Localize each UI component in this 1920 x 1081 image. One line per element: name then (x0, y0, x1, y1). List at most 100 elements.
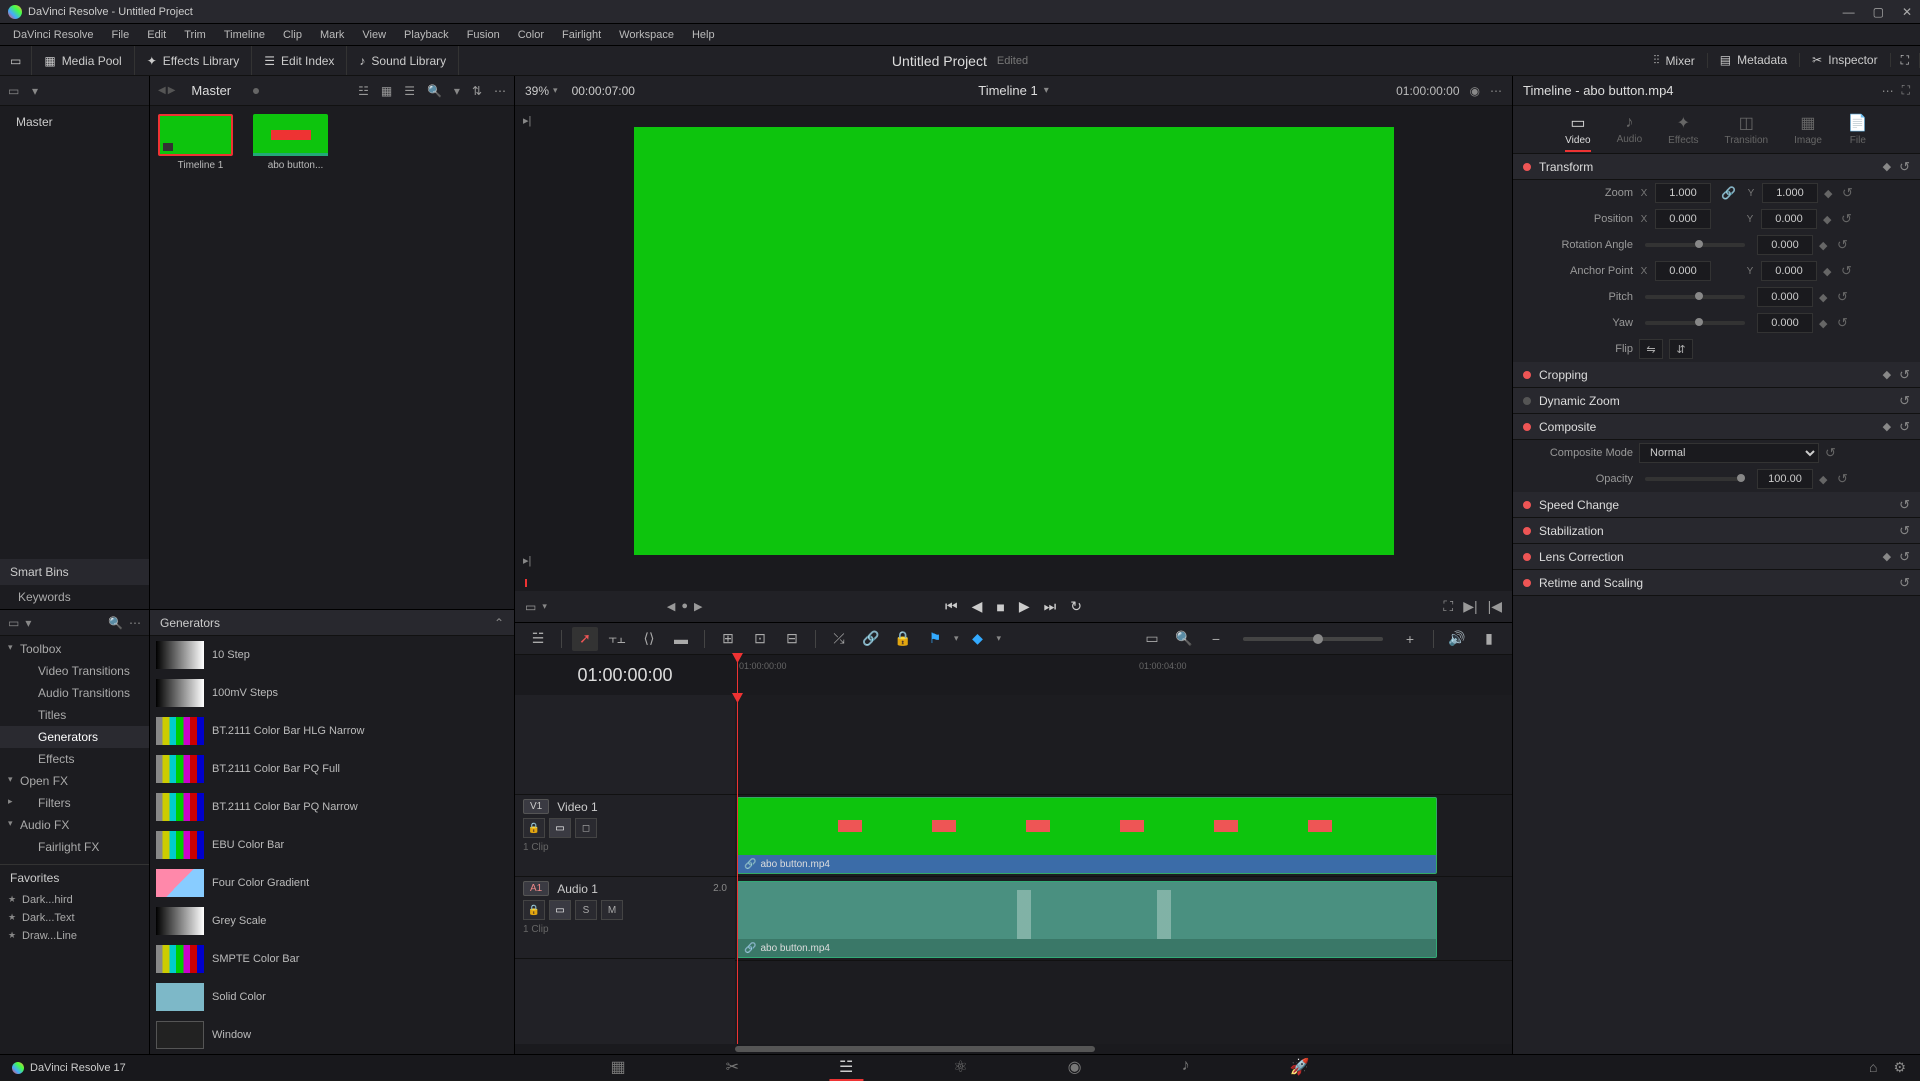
nav-fwd-icon[interactable]: ▶ (168, 85, 176, 96)
track-badge-v1[interactable]: V1 (523, 799, 549, 814)
generator-item[interactable]: 100mV Steps (150, 674, 514, 712)
fx-panel-dropdown-icon[interactable]: ▾ (25, 616, 31, 630)
marker-button[interactable]: ◆ (965, 627, 991, 651)
keyframe-icon[interactable]: ◆ (1883, 550, 1891, 563)
enable-dot-icon[interactable] (1523, 553, 1531, 561)
section-cropping[interactable]: Cropping ◆ ↺ (1513, 362, 1920, 388)
loop-button[interactable]: ↻ (1070, 598, 1082, 615)
pitch-slider[interactable] (1645, 295, 1745, 299)
menu-edit[interactable]: Edit (138, 29, 175, 41)
keyframe-icon[interactable]: ◆ (1883, 160, 1891, 173)
smart-bin-keywords[interactable]: Keywords (0, 585, 149, 609)
scrollbar-thumb[interactable] (735, 1046, 1095, 1052)
trim-edit-tool[interactable]: ⫟⫠ (604, 627, 630, 651)
menu-file[interactable]: File (103, 29, 139, 41)
timeline-view-options[interactable]: ☱ (525, 627, 551, 651)
menu-color[interactable]: Color (509, 29, 553, 41)
detail-zoom-icon[interactable]: 🔍 (1171, 627, 1197, 651)
settings-icon[interactable]: ⚙ (1893, 1059, 1906, 1076)
clip-thumb-timeline1[interactable]: Timeline 1 (158, 114, 243, 171)
overwrite-clip-button[interactable]: ⊡ (747, 627, 773, 651)
inspector-tab-video[interactable]: ▭Video (1565, 113, 1590, 152)
generator-item[interactable]: Window (150, 1016, 514, 1054)
keyframe-icon[interactable]: ◆ (1819, 239, 1831, 252)
track-lock-button[interactable]: 🔒 (523, 900, 545, 920)
maximize-button[interactable]: ▢ (1873, 5, 1884, 19)
menu-workspace[interactable]: Workspace (610, 29, 683, 41)
opacity-slider[interactable] (1645, 477, 1745, 481)
generator-item[interactable]: BT.2111 Color Bar PQ Narrow (150, 788, 514, 826)
generator-item[interactable]: BT.2111 Color Bar PQ Full (150, 750, 514, 788)
bin-dropdown-icon[interactable]: ▾ (32, 84, 38, 98)
track-mute-button[interactable]: M (601, 900, 623, 920)
track-solo-button[interactable]: S (575, 900, 597, 920)
fx-cat-audiofx[interactable]: Audio FX (0, 814, 149, 836)
track-lock-button[interactable]: 🔒 (523, 818, 545, 838)
generator-item[interactable]: Solid Color (150, 978, 514, 1016)
menu-trim[interactable]: Trim (175, 29, 215, 41)
media-pool-toggle[interactable]: ▦Media Pool (32, 46, 134, 75)
timeline-scrollbar[interactable] (515, 1044, 1512, 1054)
viewer-zoom[interactable]: 39% (525, 84, 549, 98)
fx-fav-item[interactable]: Dark...Text (0, 909, 149, 927)
next-clip-icon[interactable]: ▶ (694, 600, 702, 613)
enable-dot-icon[interactable] (1523, 579, 1531, 587)
keyframe-icon[interactable]: ◆ (1823, 265, 1835, 278)
rotation-slider[interactable] (1645, 243, 1745, 247)
section-speed-change[interactable]: Speed Change ↺ (1513, 492, 1920, 518)
video-clip[interactable]: 🔗abo button.mp4 (737, 797, 1437, 874)
enable-dot-icon[interactable] (1523, 397, 1531, 405)
timeline-ruler[interactable]: 01:00:00:00 01:00:04:00 (735, 655, 1512, 695)
sound-library-toggle[interactable]: ♪Sound Library (347, 46, 459, 75)
menu-view[interactable]: View (353, 29, 395, 41)
reset-icon[interactable]: ↺ (1899, 575, 1910, 591)
fx-fav-item[interactable]: Draw...Line (0, 927, 149, 945)
reset-icon[interactable]: ↺ (1841, 211, 1855, 227)
metadata-toggle[interactable]: ▤Metadata (1708, 53, 1800, 67)
zoom-in-icon[interactable]: + (1397, 627, 1423, 651)
menu-davinci[interactable]: DaVinci Resolve (4, 29, 103, 41)
reset-icon[interactable]: ↺ (1899, 549, 1910, 565)
fx-cat-openfx[interactable]: Open FX (0, 770, 149, 792)
smart-bins-header[interactable]: Smart Bins (0, 559, 149, 585)
menu-fairlight[interactable]: Fairlight (553, 29, 610, 41)
reset-icon[interactable]: ↺ (1899, 523, 1910, 539)
page-color[interactable]: ◉ (1058, 1055, 1092, 1081)
flag-button[interactable]: ⚑ (922, 627, 948, 651)
reset-icon[interactable]: ↺ (1837, 315, 1851, 331)
playhead[interactable] (737, 655, 738, 695)
viewer-timeline-name[interactable]: Timeline 1 (978, 83, 1037, 98)
sort-icon[interactable]: ⇅ (472, 84, 482, 98)
fx-cat-effects[interactable]: Effects (0, 748, 149, 770)
section-composite[interactable]: Composite ◆ ↺ (1513, 414, 1920, 440)
flip-v-button[interactable]: ⇵ (1669, 339, 1693, 359)
selection-tool[interactable]: ➚ (572, 627, 598, 651)
zoom-slider[interactable] (1243, 637, 1383, 641)
section-dynamic-zoom[interactable]: Dynamic Zoom ↺ (1513, 388, 1920, 414)
opacity-input[interactable]: 100.00 (1757, 469, 1813, 489)
menu-help[interactable]: Help (683, 29, 724, 41)
inspector-expand-icon[interactable]: ⛶ (1902, 83, 1910, 98)
keyframe-icon[interactable]: ◆ (1824, 187, 1836, 200)
fx-cat-titles[interactable]: Titles (0, 704, 149, 726)
reset-icon[interactable]: ↺ (1841, 263, 1855, 279)
position-lock-toggle[interactable]: 🔒 (890, 627, 916, 651)
breadcrumb-master[interactable]: Master (191, 83, 231, 98)
reset-icon[interactable]: ↺ (1837, 289, 1851, 305)
page-edit[interactable]: ☱ (829, 1055, 863, 1081)
yaw-input[interactable]: 0.000 (1757, 313, 1813, 333)
full-extent-icon[interactable]: ⛶ (1443, 598, 1453, 615)
generator-item[interactable]: Four Color Gradient (150, 864, 514, 902)
zoom-out-icon[interactable]: − (1203, 627, 1229, 651)
last-frame-button[interactable]: ⏭ (1044, 598, 1057, 615)
fx-cat-generators[interactable]: Generators (0, 726, 149, 748)
reset-icon[interactable]: ↺ (1899, 393, 1910, 409)
dynamic-trim-tool[interactable]: ⟨⟩ (636, 627, 662, 651)
pitch-input[interactable]: 0.000 (1757, 287, 1813, 307)
view-thumb-icon[interactable]: ▦ (381, 84, 392, 98)
blade-tool[interactable]: ▬ (668, 627, 694, 651)
menu-mark[interactable]: Mark (311, 29, 353, 41)
keyframe-icon[interactable]: ◆ (1819, 291, 1831, 304)
keyframe-icon[interactable]: ◆ (1819, 473, 1831, 486)
reset-icon[interactable]: ↺ (1899, 367, 1910, 383)
